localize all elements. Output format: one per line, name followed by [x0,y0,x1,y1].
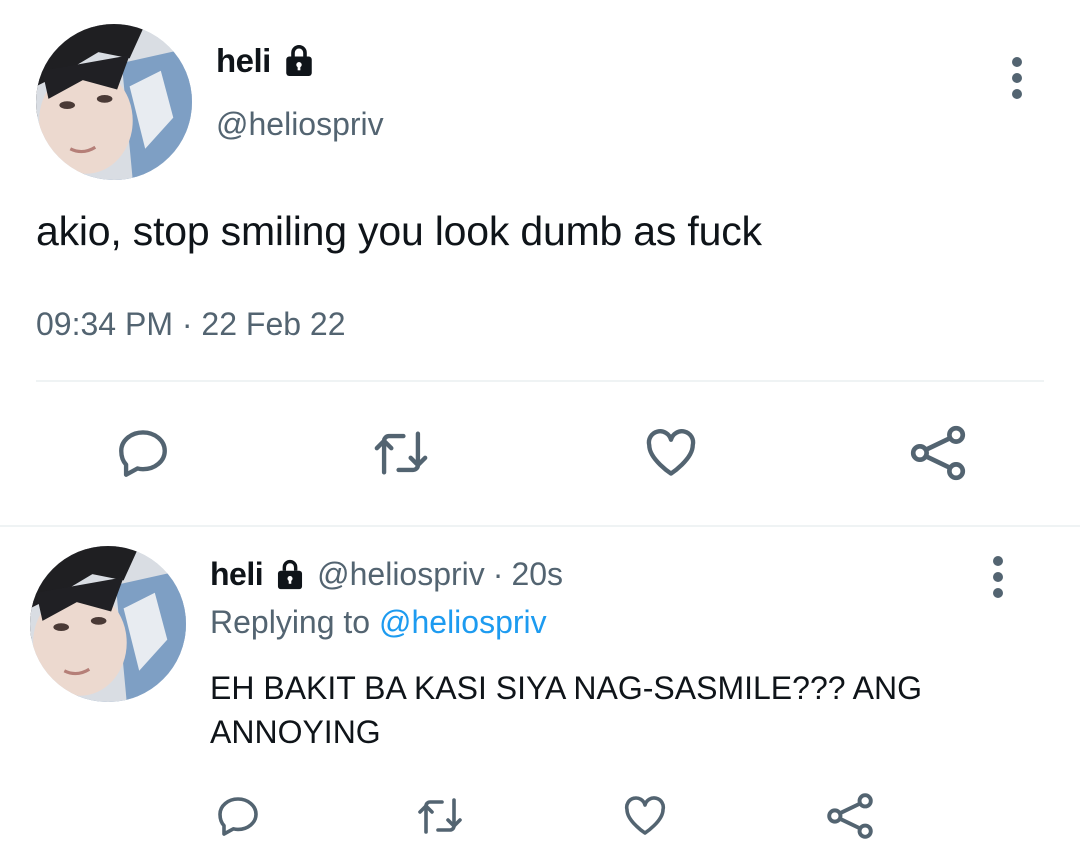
more-vertical-icon[interactable] [992,556,1004,598]
share-icon[interactable] [906,422,970,484]
avatar-photo [36,24,192,180]
retweet-icon[interactable] [370,424,432,482]
tweet-date: 22 Feb 22 [201,306,346,342]
header-separator: · [492,556,504,592]
divider [36,380,1044,382]
replying-to-label: Replying to [210,604,371,640]
reply-text: EH BAKIT BA KASI SIYA NAG-SASMILE??? ANG… [210,670,922,750]
reply-display-name[interactable]: heli [210,556,264,593]
timestamp-separator: · [181,306,193,342]
lock-icon [278,559,303,589]
reply-time[interactable]: 20s [511,556,563,593]
tweet-timestamp[interactable]: 09:34 PM · 22 Feb 22 [36,306,346,343]
lock-icon [286,44,312,76]
reply-header[interactable]: heli @heliospriv · 20s [210,556,563,593]
reply-handle[interactable]: @heliospriv [317,556,485,593]
main-avatar[interactable] [36,24,192,180]
main-display-name-row[interactable]: heli [216,42,317,80]
reply-icon[interactable] [114,424,172,482]
tweet-time: 09:34 PM [36,306,173,342]
reply-icon[interactable] [214,792,262,840]
share-icon[interactable] [824,790,876,842]
tweet-text: akio, stop smiling you look dumb as fuck [36,208,762,254]
replying-to: Replying to @heliospriv [210,604,547,641]
more-vertical-icon[interactable] [1011,57,1023,99]
main-handle[interactable]: @heliospriv [216,106,384,143]
replying-to-handle-link[interactable]: @heliospriv [379,604,547,640]
divider [0,525,1080,527]
heart-icon[interactable] [620,792,670,840]
heart-icon[interactable] [641,424,701,482]
main-display-name[interactable]: heli [216,42,271,80]
avatar-photo [30,546,186,702]
reply-avatar[interactable] [30,546,186,702]
retweet-icon[interactable] [414,792,466,840]
